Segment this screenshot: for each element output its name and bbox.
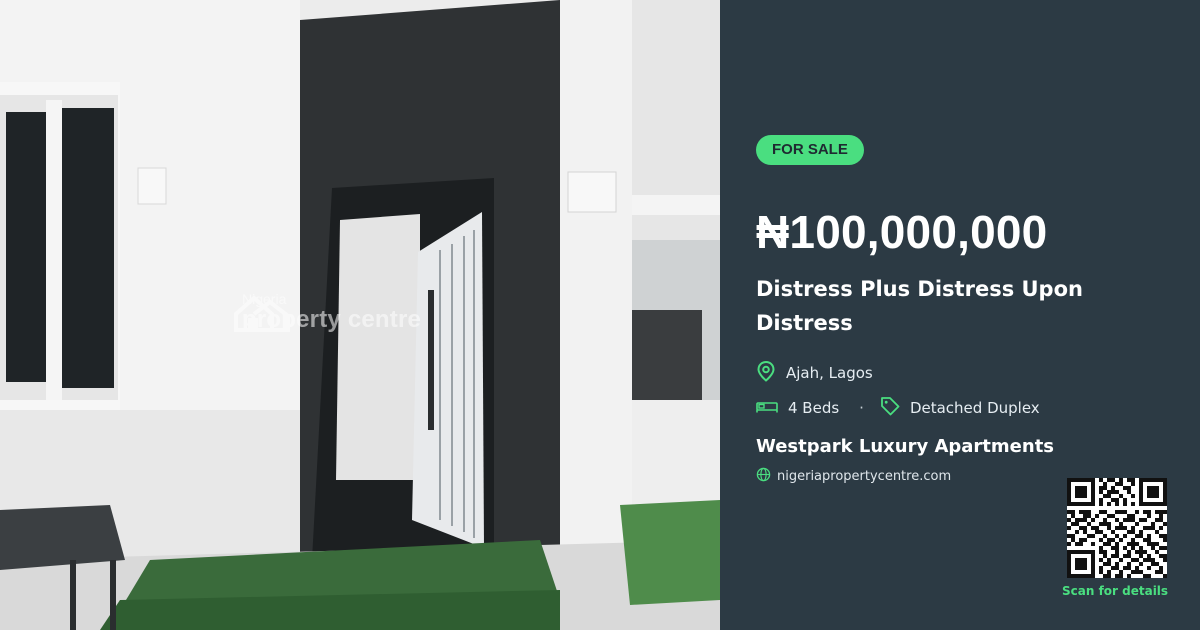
map-pin-icon xyxy=(756,360,776,386)
website-row[interactable]: nigeriapropertycentre.com xyxy=(756,467,951,486)
bed-icon xyxy=(756,399,778,417)
qr-code[interactable] xyxy=(1067,478,1167,578)
beds-text: 4 Beds xyxy=(788,399,840,417)
location-row: Ajah, Lagos xyxy=(756,360,873,386)
listing-card: Nigeria property centre FOR SALE ₦100,00… xyxy=(0,0,1200,630)
tag-icon xyxy=(880,396,900,420)
qr-code-graphic xyxy=(1067,478,1167,578)
meta-row: 4 Beds · Detached Duplex xyxy=(756,396,1040,420)
watermark: Nigeria property centre xyxy=(232,292,421,332)
property-type-text: Detached Duplex xyxy=(909,399,1040,417)
separator-dot: · xyxy=(859,399,864,417)
location-text: Ajah, Lagos xyxy=(786,364,873,382)
property-photo: Nigeria property centre xyxy=(0,0,720,630)
price: ₦100,000,000 xyxy=(756,206,1048,258)
scan-label: Scan for details xyxy=(1062,584,1169,598)
globe-icon xyxy=(756,467,771,486)
website-text[interactable]: nigeriapropertycentre.com xyxy=(777,469,951,484)
status-badge: FOR SALE xyxy=(756,135,864,165)
listing-title[interactable]: Distress Plus Distress Upon Distress xyxy=(756,272,1136,340)
project-name: Westpark Luxury Apartments xyxy=(756,436,1055,457)
